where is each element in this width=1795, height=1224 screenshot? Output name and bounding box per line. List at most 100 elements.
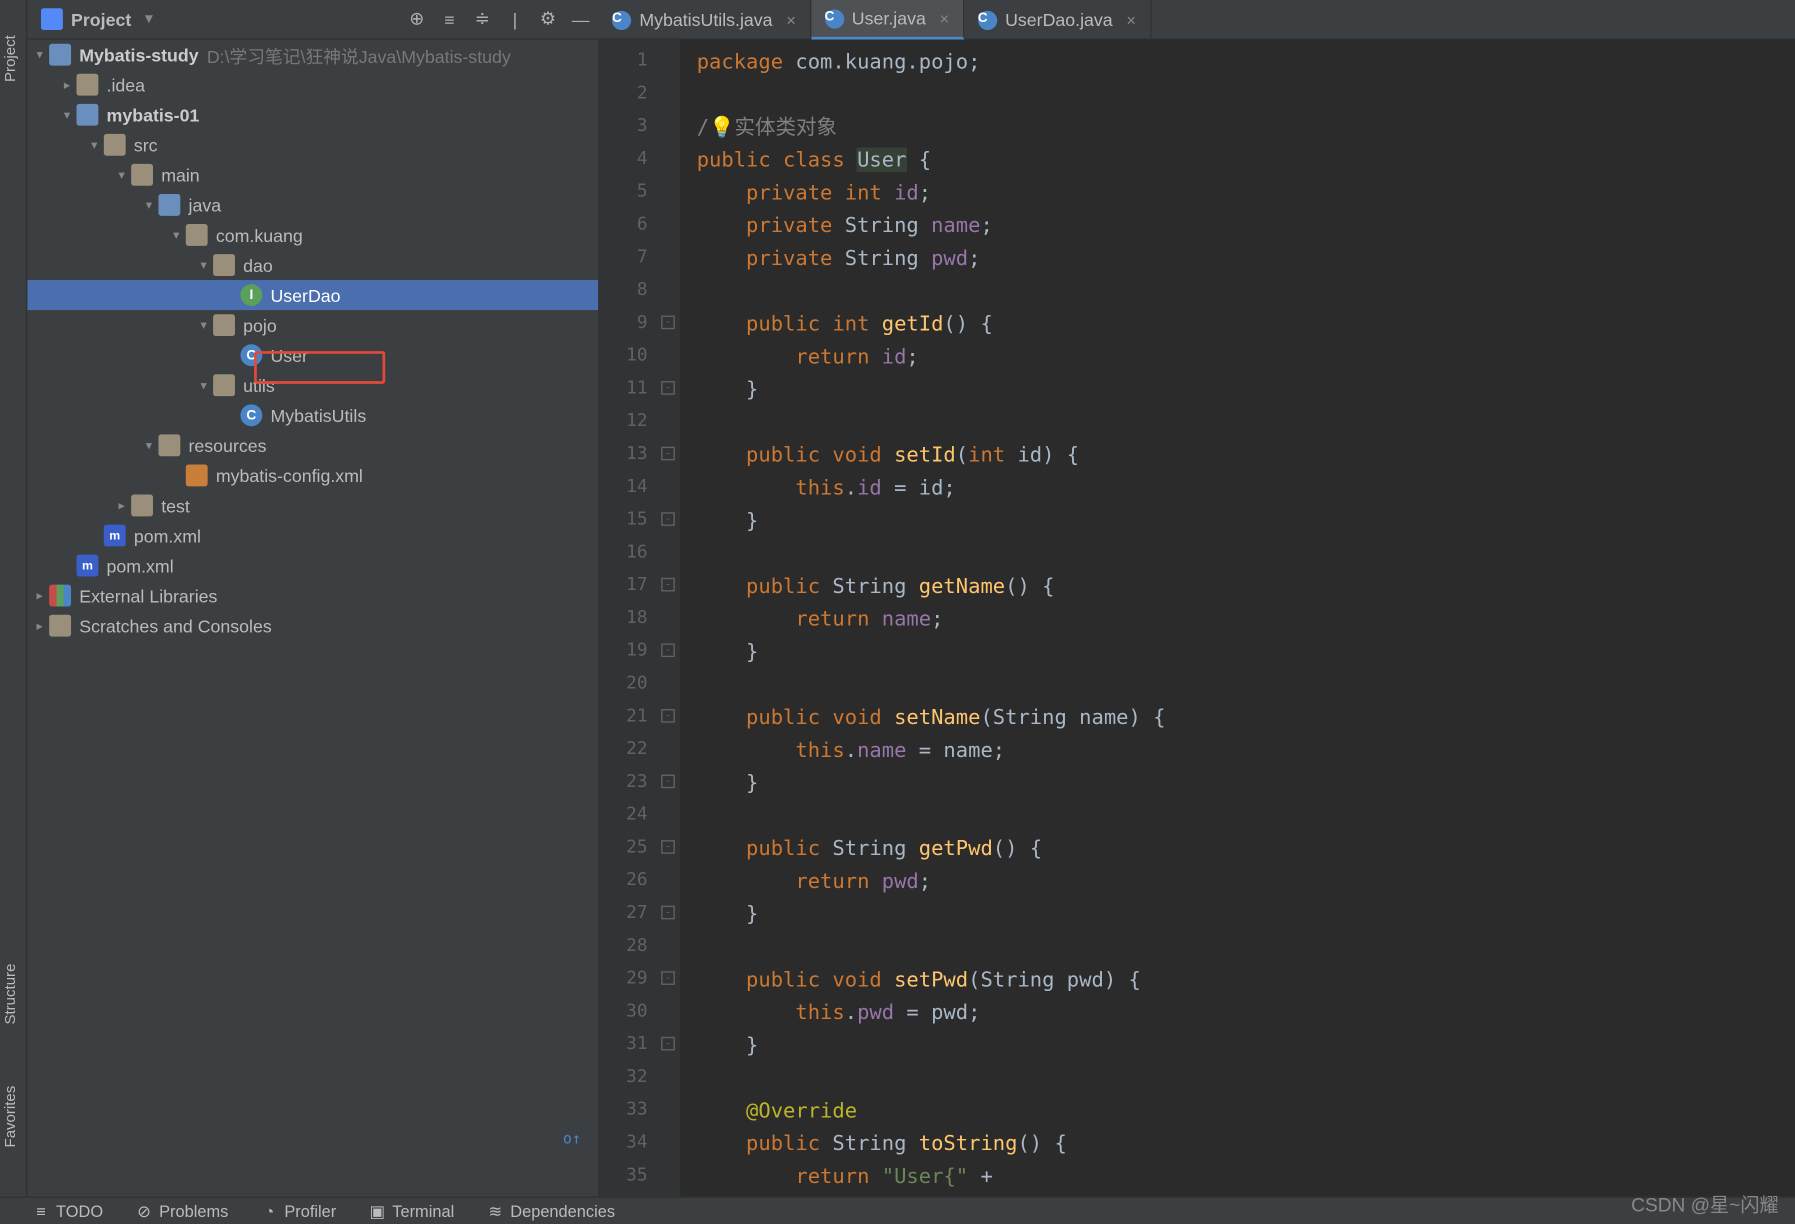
minimize-icon[interactable]: — (571, 10, 590, 29)
line-number[interactable]: 10 (598, 340, 680, 373)
tab-userdao[interactable]: C UserDao.java × (964, 0, 1151, 40)
chevron-down-icon[interactable] (115, 167, 129, 182)
line-number[interactable]: 2 (598, 78, 680, 111)
fold-icon[interactable]: - (661, 512, 675, 526)
tree-resources[interactable]: resources (27, 430, 598, 460)
tree-mybatis01[interactable]: mybatis-01 (27, 100, 598, 130)
fold-icon[interactable]: - (661, 775, 675, 789)
fold-icon[interactable]: - (661, 1037, 675, 1051)
fold-icon[interactable]: - (661, 840, 675, 854)
bb-problems[interactable]: ⊘Problems (136, 1201, 228, 1220)
line-number[interactable]: 9- (598, 307, 680, 340)
chevron-down-icon[interactable] (142, 197, 156, 212)
project-dropdown-arrow-icon[interactable]: ▼ (142, 12, 156, 27)
line-number[interactable]: 19- (598, 635, 680, 668)
tree-root[interactable]: Mybatis-study D:\学习笔记\狂神说Java\Mybatis-st… (27, 40, 598, 70)
chevron-down-icon[interactable] (33, 47, 47, 62)
bb-terminal[interactable]: ▣Terminal (369, 1201, 454, 1220)
fold-icon[interactable]: - (661, 643, 675, 657)
line-number[interactable]: 24 (598, 799, 680, 832)
chevron-right-icon[interactable] (115, 498, 129, 513)
tab-user[interactable]: C User.java × (811, 0, 964, 40)
vtab-project[interactable]: Project (3, 35, 19, 82)
line-number[interactable]: 8 (598, 275, 680, 308)
close-icon[interactable]: × (1126, 10, 1136, 29)
chevron-down-icon[interactable] (169, 227, 183, 242)
chevron-down-icon[interactable] (197, 318, 211, 333)
tree-idea[interactable]: .idea (27, 70, 598, 100)
line-number[interactable]: 18 (598, 602, 680, 635)
vtab-structure[interactable]: Structure (3, 964, 19, 1025)
line-number[interactable]: 27- (598, 898, 680, 931)
expand-all-icon[interactable]: ≡ (440, 10, 459, 29)
collapse-all-icon[interactable]: ≑ (473, 10, 492, 29)
chevron-right-icon[interactable] (60, 77, 74, 92)
line-number[interactable]: 32 (598, 1061, 680, 1094)
chevron-down-icon[interactable] (60, 107, 74, 122)
gear-icon[interactable]: ⚙ (538, 10, 557, 29)
close-icon[interactable]: × (940, 9, 950, 28)
chevron-right-icon[interactable] (33, 588, 47, 603)
line-number[interactable]: 21- (598, 701, 680, 734)
line-number[interactable]: 7 (598, 242, 680, 275)
tree-scratches[interactable]: Scratches and Consoles (27, 611, 598, 641)
fold-icon[interactable]: - (661, 381, 675, 395)
chevron-right-icon[interactable] (33, 618, 47, 633)
line-number[interactable]: 3 (598, 111, 680, 144)
fold-icon[interactable]: - (661, 906, 675, 920)
line-number[interactable]: 31- (598, 1029, 680, 1062)
line-number[interactable]: 16 (598, 537, 680, 570)
fold-icon[interactable]: - (661, 971, 675, 985)
tree-java[interactable]: java (27, 190, 598, 220)
line-number[interactable]: 13- (598, 439, 680, 472)
bb-todo[interactable]: ≡TODO (33, 1201, 103, 1220)
line-number[interactable]: 30 (598, 996, 680, 1029)
fold-icon[interactable]: - (661, 578, 675, 592)
tree-pom2[interactable]: m pom.xml (27, 551, 598, 581)
chevron-down-icon[interactable] (197, 378, 211, 393)
tree-userdao[interactable]: I UserDao (27, 280, 598, 310)
tree-extlib[interactable]: External Libraries (27, 581, 598, 611)
chevron-down-icon[interactable] (87, 137, 101, 152)
gutter[interactable]: 1 2 3 4 5 6 7 8 9- 10 11- 12 13- 14 15- … (598, 40, 680, 1197)
bulb-icon[interactable]: 💡 (709, 115, 735, 140)
close-icon[interactable]: × (786, 10, 796, 29)
line-number[interactable]: 28 (598, 930, 680, 963)
line-number[interactable]: 4 (598, 143, 680, 176)
line-number[interactable]: 34 (598, 1127, 680, 1160)
fold-icon[interactable]: - (661, 316, 675, 330)
editor-area[interactable]: 1 2 3 4 5 6 7 8 9- 10 11- 12 13- 14 15- … (598, 40, 1795, 1197)
tree-mybatisconfig[interactable]: mybatis-config.xml (27, 460, 598, 490)
project-tree[interactable]: Mybatis-study D:\学习笔记\狂神说Java\Mybatis-st… (27, 40, 598, 1197)
line-number[interactable]: 1 (598, 45, 680, 78)
locate-icon[interactable]: ⊕ (407, 10, 426, 29)
bb-profiler[interactable]: ◔Profiler (261, 1201, 336, 1220)
tree-mybatisutils[interactable]: C MybatisUtils (27, 400, 598, 430)
line-number[interactable]: 26 (598, 865, 680, 898)
fold-icon[interactable]: - (661, 447, 675, 461)
line-number[interactable]: 17- (598, 570, 680, 603)
chevron-down-icon[interactable] (142, 438, 156, 453)
bb-dependencies[interactable]: ≋Dependencies (487, 1201, 615, 1220)
line-number[interactable]: 29- (598, 963, 680, 996)
tree-main[interactable]: main (27, 160, 598, 190)
line-number[interactable]: 33 (598, 1094, 680, 1127)
tree-src[interactable]: src (27, 130, 598, 160)
line-number[interactable]: 14 (598, 471, 680, 504)
line-number[interactable]: 20 (598, 668, 680, 701)
fold-icon[interactable]: - (661, 709, 675, 723)
line-number[interactable]: 25- (598, 832, 680, 865)
line-number[interactable]: 12 (598, 406, 680, 439)
tree-comkuang[interactable]: com.kuang (27, 220, 598, 250)
tree-dao[interactable]: dao (27, 250, 598, 280)
line-number[interactable]: 5 (598, 176, 680, 209)
line-number[interactable]: 6 (598, 209, 680, 242)
line-number[interactable]: 22 (598, 734, 680, 767)
chevron-down-icon[interactable] (197, 258, 211, 273)
vtab-favorites[interactable]: Favorites (3, 1086, 19, 1148)
tree-test[interactable]: test (27, 490, 598, 520)
override-gutter-icon[interactable]: o↑ (563, 1130, 581, 1148)
line-number[interactable]: 11- (598, 373, 680, 406)
project-dropdown-label[interactable]: Project (71, 9, 131, 29)
code-area[interactable]: o↑ package com.kuang.pojo; /💡/*实体类对象实体类对… (680, 40, 1795, 1197)
